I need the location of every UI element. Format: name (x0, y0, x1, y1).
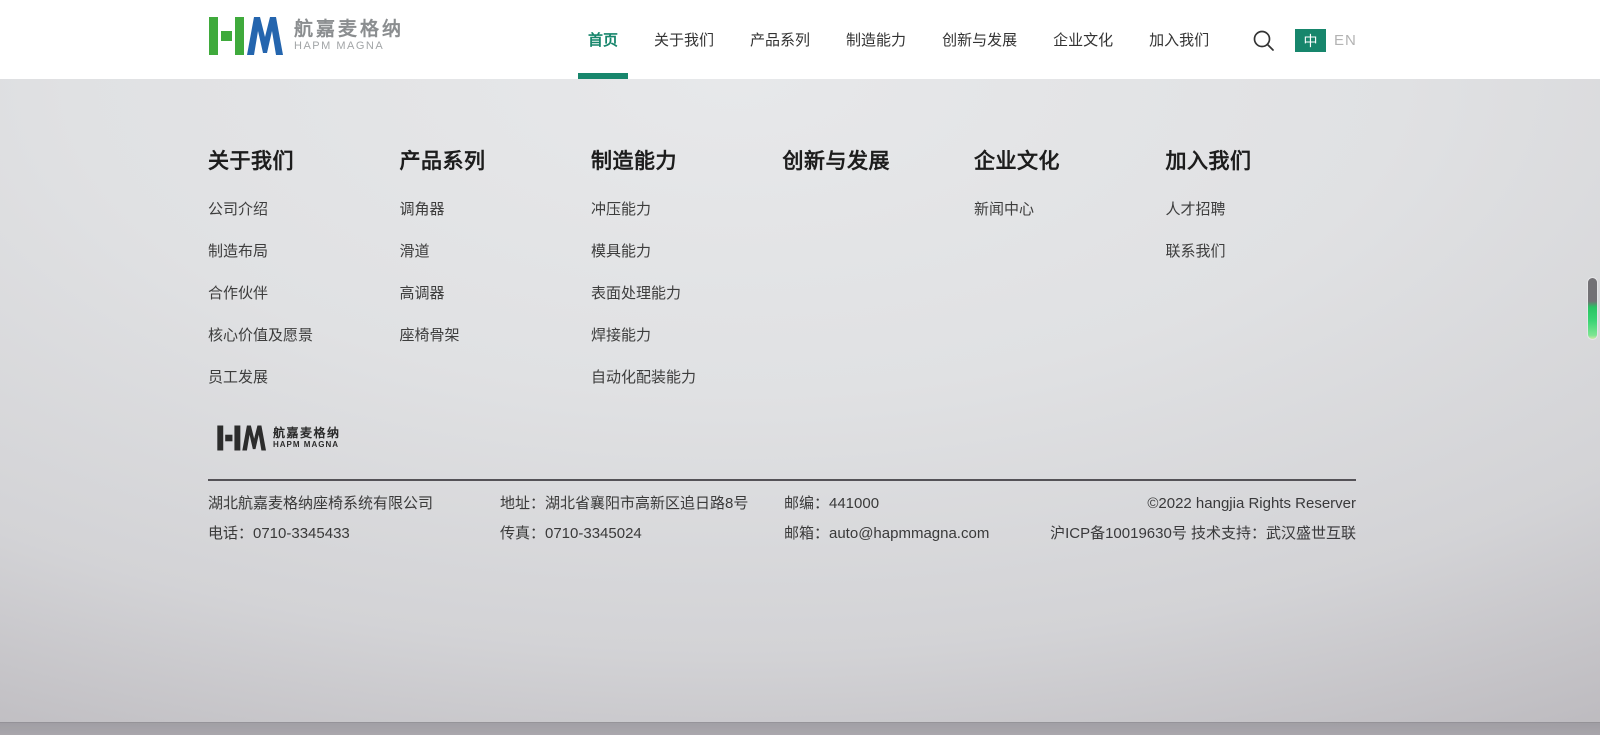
icp-text[interactable]: 沪ICP备10019630号 技术支持：武汉盛世互联 (1050, 523, 1356, 553)
company-email: 邮箱：auto@hapmmagna.com (784, 523, 989, 553)
footer-link[interactable]: 人才招聘 (1166, 198, 1226, 219)
footer-info-company: 湖北航嘉麦格纳座椅系统有限公司 电话：0710-3345433 (208, 493, 433, 553)
footer-info-address: 地址：湖北省襄阳市高新区追日路8号 传真：0710-3345024 (500, 493, 748, 553)
footer-link[interactable]: 模具能力 (591, 240, 651, 261)
company-zip: 邮编：441000 (784, 493, 989, 523)
lang-en-button[interactable]: EN (1334, 32, 1357, 49)
footer-col-innovation: 创新与发展 (783, 145, 975, 408)
nav-item-join[interactable]: 加入我们 (1131, 0, 1227, 79)
copyright-text: ©2022 hangjia Rights Reserver (1050, 493, 1356, 523)
footer-link[interactable]: 调角器 (400, 198, 445, 219)
footer-logo-zh: 航嘉麦格纳 (273, 427, 341, 441)
scroll-indicator[interactable] (1588, 278, 1597, 339)
nav-item-about[interactable]: 关于我们 (636, 0, 732, 79)
footer-link[interactable]: 联系我们 (1166, 240, 1226, 261)
nav-item-innovation[interactable]: 创新与发展 (924, 0, 1035, 79)
footer-link[interactable]: 滑道 (400, 240, 430, 261)
footer-link[interactable]: 制造布局 (208, 240, 268, 261)
footer-link[interactable]: 自动化配装能力 (591, 366, 696, 387)
footer-col-title[interactable]: 产品系列 (400, 145, 592, 175)
footer-col-title[interactable]: 加入我们 (1166, 145, 1358, 175)
nav-label: 创新与发展 (942, 29, 1017, 50)
active-underline (578, 73, 628, 79)
footer-divider (208, 479, 1356, 481)
top-nav-bar: 航嘉麦格纳 HAPM MAGNA 首页 关于我们 产品系列 制造能力 创新与发展… (0, 0, 1600, 79)
nav-item-manufacturing[interactable]: 制造能力 (828, 0, 924, 79)
search-icon[interactable] (1251, 28, 1277, 54)
footer-link[interactable]: 核心价值及愿景 (208, 324, 313, 345)
nav-item-products[interactable]: 产品系列 (732, 0, 828, 79)
footer-link[interactable]: 表面处理能力 (591, 282, 681, 303)
footer-link[interactable]: 冲压能力 (591, 198, 651, 219)
footer-link[interactable]: 新闻中心 (974, 198, 1034, 219)
company-address: 地址：湖北省襄阳市高新区追日路8号 (500, 493, 748, 523)
nav-label: 制造能力 (846, 29, 906, 50)
nav-item-culture[interactable]: 企业文化 (1035, 0, 1131, 79)
company-name: 湖北航嘉麦格纳座椅系统有限公司 (208, 493, 433, 523)
nav-label: 加入我们 (1149, 29, 1209, 50)
page-bottom-edge (0, 722, 1600, 735)
footer-col-title[interactable]: 制造能力 (591, 145, 783, 175)
nav-label: 企业文化 (1053, 29, 1113, 50)
lang-zh-button[interactable]: 中 (1295, 29, 1326, 52)
nav-label: 关于我们 (654, 29, 714, 50)
nav-item-home[interactable]: 首页 (570, 0, 636, 79)
footer-col-join: 加入我们 人才招聘 联系我们 (1166, 145, 1358, 408)
footer-link[interactable]: 员工发展 (208, 366, 268, 387)
footer-logo-en: HAPM MAGNA (273, 440, 341, 449)
footer-col-products: 产品系列 调角器 滑道 高调器 座椅骨架 (400, 145, 592, 408)
footer-info-contact: 邮编：441000 邮箱：auto@hapmmagna.com (784, 493, 989, 553)
footer-col-manufacturing: 制造能力 冲压能力 模具能力 表面处理能力 焊接能力 自动化配装能力 (591, 145, 783, 408)
site-logo[interactable]: 航嘉麦格纳 HAPM MAGNA (207, 15, 404, 57)
page: 航嘉麦格纳 HAPM MAGNA 首页 关于我们 产品系列 制造能力 创新与发展… (0, 0, 1600, 735)
logo-en: HAPM MAGNA (294, 40, 404, 52)
footer-col-culture: 企业文化 新闻中心 (974, 145, 1166, 408)
footer-logo-text: 航嘉麦格纳 HAPM MAGNA (273, 427, 341, 450)
logo-text: 航嘉麦格纳 HAPM MAGNA (294, 20, 404, 53)
nav-label: 产品系列 (750, 29, 810, 50)
footer-link[interactable]: 座椅骨架 (400, 324, 460, 345)
company-phone: 电话：0710-3345433 (208, 523, 433, 553)
footer-logo: 航嘉麦格纳 HAPM MAGNA (216, 424, 341, 452)
footer-col-title[interactable]: 创新与发展 (783, 145, 975, 175)
hm-logo-dark-icon (216, 424, 266, 452)
footer-link[interactable]: 高调器 (400, 282, 445, 303)
logo-zh: 航嘉麦格纳 (294, 20, 404, 41)
footer-sitemap: 关于我们 公司介绍 制造布局 合作伙伴 核心价值及愿景 员工发展 产品系列 调角… (208, 145, 1360, 408)
company-fax: 传真：0710-3345024 (500, 523, 748, 553)
footer-link[interactable]: 焊接能力 (591, 324, 651, 345)
nav-label: 首页 (588, 29, 618, 50)
footer-link[interactable]: 公司介绍 (208, 198, 268, 219)
hm-logo-icon (207, 15, 283, 57)
main-nav: 首页 关于我们 产品系列 制造能力 创新与发展 企业文化 加入我们 (570, 0, 1227, 79)
footer-col-title[interactable]: 关于我们 (208, 145, 400, 175)
footer-col-title[interactable]: 企业文化 (974, 145, 1166, 175)
footer-link[interactable]: 合作伙伴 (208, 282, 268, 303)
language-switch: 中 EN (1295, 29, 1357, 52)
footer-col-about: 关于我们 公司介绍 制造布局 合作伙伴 核心价值及愿景 员工发展 (208, 145, 400, 408)
footer-info-legal: ©2022 hangjia Rights Reserver 沪ICP备10019… (1050, 493, 1356, 553)
